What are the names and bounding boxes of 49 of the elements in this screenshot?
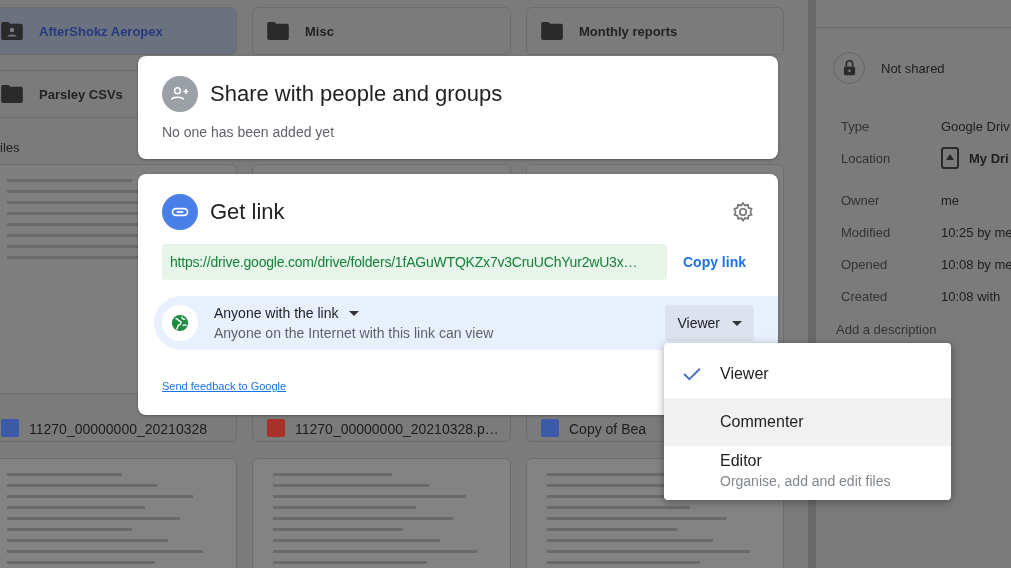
folder-icon (1, 85, 23, 103)
file-name: 11270_00000000_20210328.p… (295, 421, 499, 437)
caret-icon (348, 310, 359, 316)
checkmark-icon (683, 367, 701, 381)
shared-folder-icon (1, 22, 23, 40)
detail-value[interactable]: My Dri (969, 150, 1009, 166)
folder-tile[interactable]: Misc (252, 7, 511, 55)
file-name: 11270_00000000_20210328 (29, 421, 208, 437)
role-dropdown[interactable]: Viewer (665, 305, 754, 341)
description-field[interactable]: Add a description (836, 322, 1011, 337)
folder-name: AfterShokz Aeropex (39, 23, 163, 39)
detail-value: Google Driv (941, 118, 1010, 134)
document-icon (541, 419, 559, 437)
role-menu-item[interactable]: Editor Organise, add and edit files (664, 446, 951, 494)
copy-link-button[interactable]: Copy link (675, 248, 754, 276)
role-menu-item[interactable]: Commenter (664, 398, 951, 446)
pdf-file-icon (267, 419, 285, 437)
caret-icon (732, 320, 742, 326)
folder-name: Misc (305, 23, 334, 39)
role-menu-item[interactable]: Viewer (664, 350, 951, 398)
section-heading: iles (0, 140, 21, 157)
folder-name: Monthly reports (579, 23, 678, 39)
folder-tile[interactable]: Monthly reports (526, 7, 784, 55)
folder-icon (541, 22, 563, 40)
globe-icon (162, 305, 198, 341)
detail-label: Opened (841, 256, 889, 272)
dialog-title: Share with people and groups (210, 81, 503, 107)
role-label: Commenter (720, 413, 804, 431)
link-url-field[interactable]: https://drive.google.com/drive/folders/1fAGuWTQKZx7v3CruUChYur2wU3x… (162, 244, 667, 280)
folder-name: Parsley CSVs (39, 86, 123, 102)
link-icon (162, 194, 198, 230)
file-name: Copy of Bea (569, 421, 647, 437)
settings-icon[interactable] (732, 201, 754, 223)
detail-label: Modified (841, 224, 892, 240)
detail-label: Type (841, 118, 871, 134)
folder-icon (267, 22, 289, 40)
add-person-icon (162, 76, 198, 112)
detail-value: 10:08 with (941, 288, 1001, 304)
role-label: Editor (720, 451, 763, 470)
drive-icon (941, 147, 959, 169)
detail-label: Location (841, 150, 892, 166)
dialog-subtitle: No one has been added yet (162, 124, 336, 140)
detail-label: Owner (841, 192, 881, 208)
sharing-status: Not shared (881, 60, 945, 76)
role-label: Viewer (720, 365, 769, 383)
detail-label: Created (841, 288, 889, 304)
detail-value: me (941, 192, 960, 208)
document-icon (1, 419, 19, 437)
role-description: Organise, add and edit files (720, 472, 891, 489)
